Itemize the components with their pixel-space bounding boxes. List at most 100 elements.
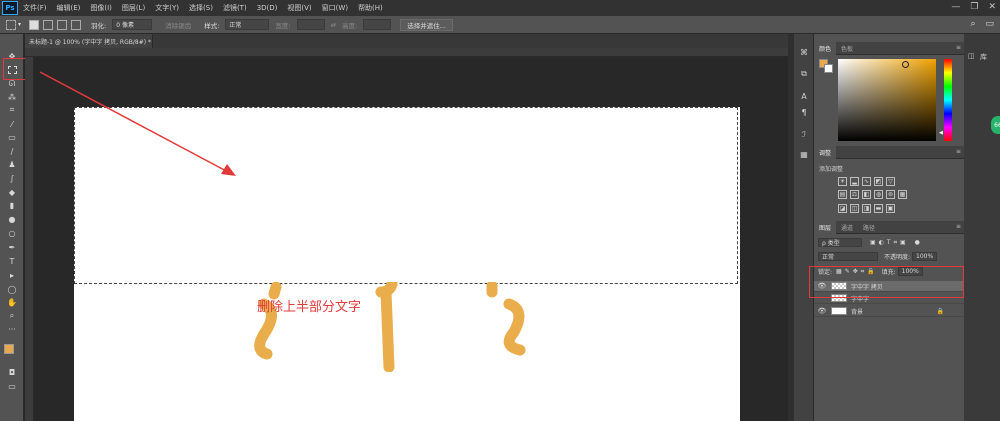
menu-image[interactable]: 图像(I)	[85, 3, 117, 13]
intersect-selection-icon[interactable]	[71, 19, 82, 30]
menu-filter[interactable]: 滤镜(T)	[218, 3, 252, 13]
tab-paths[interactable]: 路径	[858, 221, 880, 234]
width-input[interactable]	[296, 19, 325, 30]
more-tools-icon[interactable]: ···	[3, 323, 21, 335]
tab-color[interactable]: 颜色	[814, 41, 837, 55]
maximize-button[interactable]: ❐	[970, 2, 978, 12]
panel-menu-icon[interactable]: ≡	[956, 148, 961, 155]
tab-channels[interactable]: 通道	[836, 221, 858, 234]
quick-mask-icon[interactable]: ◘	[3, 366, 21, 378]
tab-adjustments[interactable]: 调整	[814, 145, 837, 159]
photo-filter-icon[interactable]: ◍	[874, 190, 883, 199]
filter-icons[interactable]: ▣◐T⌗▣	[870, 239, 909, 247]
color-picker-handle[interactable]	[902, 61, 909, 68]
libraries-label[interactable]: 库	[980, 52, 987, 62]
clone-stamp-icon[interactable]: ♟	[3, 158, 21, 170]
gradient-map-icon[interactable]: ▬	[874, 204, 883, 213]
hue-slider[interactable]	[944, 59, 952, 141]
subtract-selection-icon[interactable]	[57, 19, 68, 30]
hue-slider-handle[interactable]: ◀	[939, 130, 943, 136]
layer-row-background[interactable]: 👁 背景 🔒	[814, 306, 964, 317]
gradient-tool-icon[interactable]: ▮	[3, 199, 21, 211]
menu-3d[interactable]: 3D(D)	[252, 4, 283, 12]
antialias-label[interactable]: 消除锯齿	[165, 20, 191, 30]
hue-saturation-icon[interactable]: ▤	[838, 190, 847, 199]
history-brush-icon[interactable]: ∫	[3, 172, 21, 184]
window-controls: — ❐ ✕	[951, 2, 996, 12]
close-window-button[interactable]: ✕	[988, 2, 996, 12]
chevron-down-icon[interactable]: ▾	[18, 21, 21, 28]
opacity-input[interactable]: 100%	[912, 252, 938, 261]
dodge-tool-icon[interactable]: ○	[3, 227, 21, 239]
paragraph-icon[interactable]: ¶	[797, 106, 811, 118]
tab-swatches[interactable]: 色板	[836, 42, 858, 55]
panel-menu-icon[interactable]: ≡	[956, 44, 961, 51]
color-bg-swatch[interactable]	[824, 64, 833, 73]
menu-view[interactable]: 视图(V)	[282, 3, 316, 13]
path-select-icon[interactable]: ▸	[3, 269, 21, 281]
character-icon[interactable]: A	[797, 90, 811, 102]
hand-tool-icon[interactable]: ✋	[3, 296, 21, 308]
height-input[interactable]	[363, 19, 392, 30]
screen-mode-icon[interactable]: ▭	[3, 380, 21, 392]
marquee-preset-icon[interactable]	[6, 19, 16, 30]
curves-icon[interactable]: ∿	[862, 177, 871, 186]
layer-kind-filter[interactable]: ρ 类型	[818, 238, 862, 247]
black-white-icon[interactable]: ◧	[862, 190, 871, 199]
blend-mode-select[interactable]: 正常	[818, 252, 878, 261]
brightness-icon[interactable]: ☀	[838, 177, 847, 186]
type-tool-icon[interactable]: T	[3, 255, 21, 267]
menu-edit[interactable]: 编辑(E)	[52, 3, 86, 13]
brush-settings-icon[interactable]: ▦	[797, 148, 811, 160]
minimize-button[interactable]: —	[951, 2, 960, 12]
menu-help[interactable]: 帮助(H)	[353, 3, 388, 13]
canvas-area[interactable]: 删除上半部分文字	[34, 57, 788, 421]
add-selection-icon[interactable]	[43, 19, 54, 30]
search-icon[interactable]: ⌕	[970, 19, 975, 29]
healing-brush-icon[interactable]: ▭	[3, 131, 21, 143]
shape-tool-icon[interactable]: ◯	[3, 283, 21, 295]
document-canvas[interactable]: 删除上半部分文字	[74, 107, 740, 421]
channel-mixer-icon[interactable]: ⊚	[886, 190, 895, 199]
vibrance-icon[interactable]: ▽	[886, 177, 895, 186]
menu-layer[interactable]: 图层(L)	[117, 3, 150, 13]
tab-layers[interactable]: 图层	[814, 220, 837, 234]
eyedropper-icon[interactable]: ⁄	[3, 118, 21, 130]
brush-tool-icon[interactable]: ∕	[3, 145, 21, 157]
properties-icon[interactable]: ⧉	[797, 68, 811, 80]
menu-select[interactable]: 选择(S)	[184, 3, 218, 13]
visibility-eye-icon[interactable]: 👁	[817, 307, 827, 315]
document-tab[interactable]: 未标题-1 @ 100% (字中字 拷贝, RGB/8#) * ×	[25, 34, 153, 48]
pen-tool-icon[interactable]: ✒	[3, 241, 21, 253]
select-and-mask-button[interactable]: 选择并遮住...	[400, 18, 453, 31]
levels-icon[interactable]: ▂	[850, 177, 859, 186]
magic-wand-icon[interactable]: ⁂	[3, 91, 21, 103]
posterize-icon[interactable]: ◫	[850, 204, 859, 213]
filter-toggle-icon[interactable]: ●	[915, 239, 920, 246]
menu-file[interactable]: 文件(F)	[18, 3, 52, 13]
zoom-tool-icon[interactable]: ⌕	[3, 310, 21, 322]
glyphs-icon[interactable]: ℐ	[797, 128, 811, 140]
color-field[interactable]	[838, 59, 936, 141]
history-icon[interactable]: ⌘	[797, 46, 811, 58]
new-selection-icon[interactable]	[29, 19, 40, 30]
feather-input[interactable]: 0 像素	[112, 19, 153, 30]
threshold-icon[interactable]: ◨	[862, 204, 871, 213]
style-select[interactable]: 正常	[225, 19, 270, 30]
color-balance-icon[interactable]: ⚖	[850, 190, 859, 199]
menu-window[interactable]: 窗口(W)	[317, 3, 353, 13]
notification-badge[interactable]: 66	[991, 116, 1000, 134]
swap-icon[interactable]: ⇄	[331, 21, 336, 29]
color-lookup-icon[interactable]: ▦	[898, 190, 907, 199]
selective-color-icon[interactable]: ▣	[886, 204, 895, 213]
foreground-color-swatch[interactable]	[4, 344, 14, 354]
eraser-tool-icon[interactable]: ◆	[3, 186, 21, 198]
libraries-icon[interactable]: ◫	[968, 52, 975, 60]
exposure-icon[interactable]: ◩	[874, 177, 883, 186]
invert-icon[interactable]: ◪	[838, 204, 847, 213]
workspace-icon[interactable]: ▭	[985, 19, 994, 29]
crop-tool-icon[interactable]: ⌗	[3, 104, 21, 116]
blur-tool-icon[interactable]: ●	[3, 213, 21, 225]
menu-type[interactable]: 文字(Y)	[150, 3, 184, 13]
panel-menu-icon[interactable]: ≡	[956, 223, 961, 230]
